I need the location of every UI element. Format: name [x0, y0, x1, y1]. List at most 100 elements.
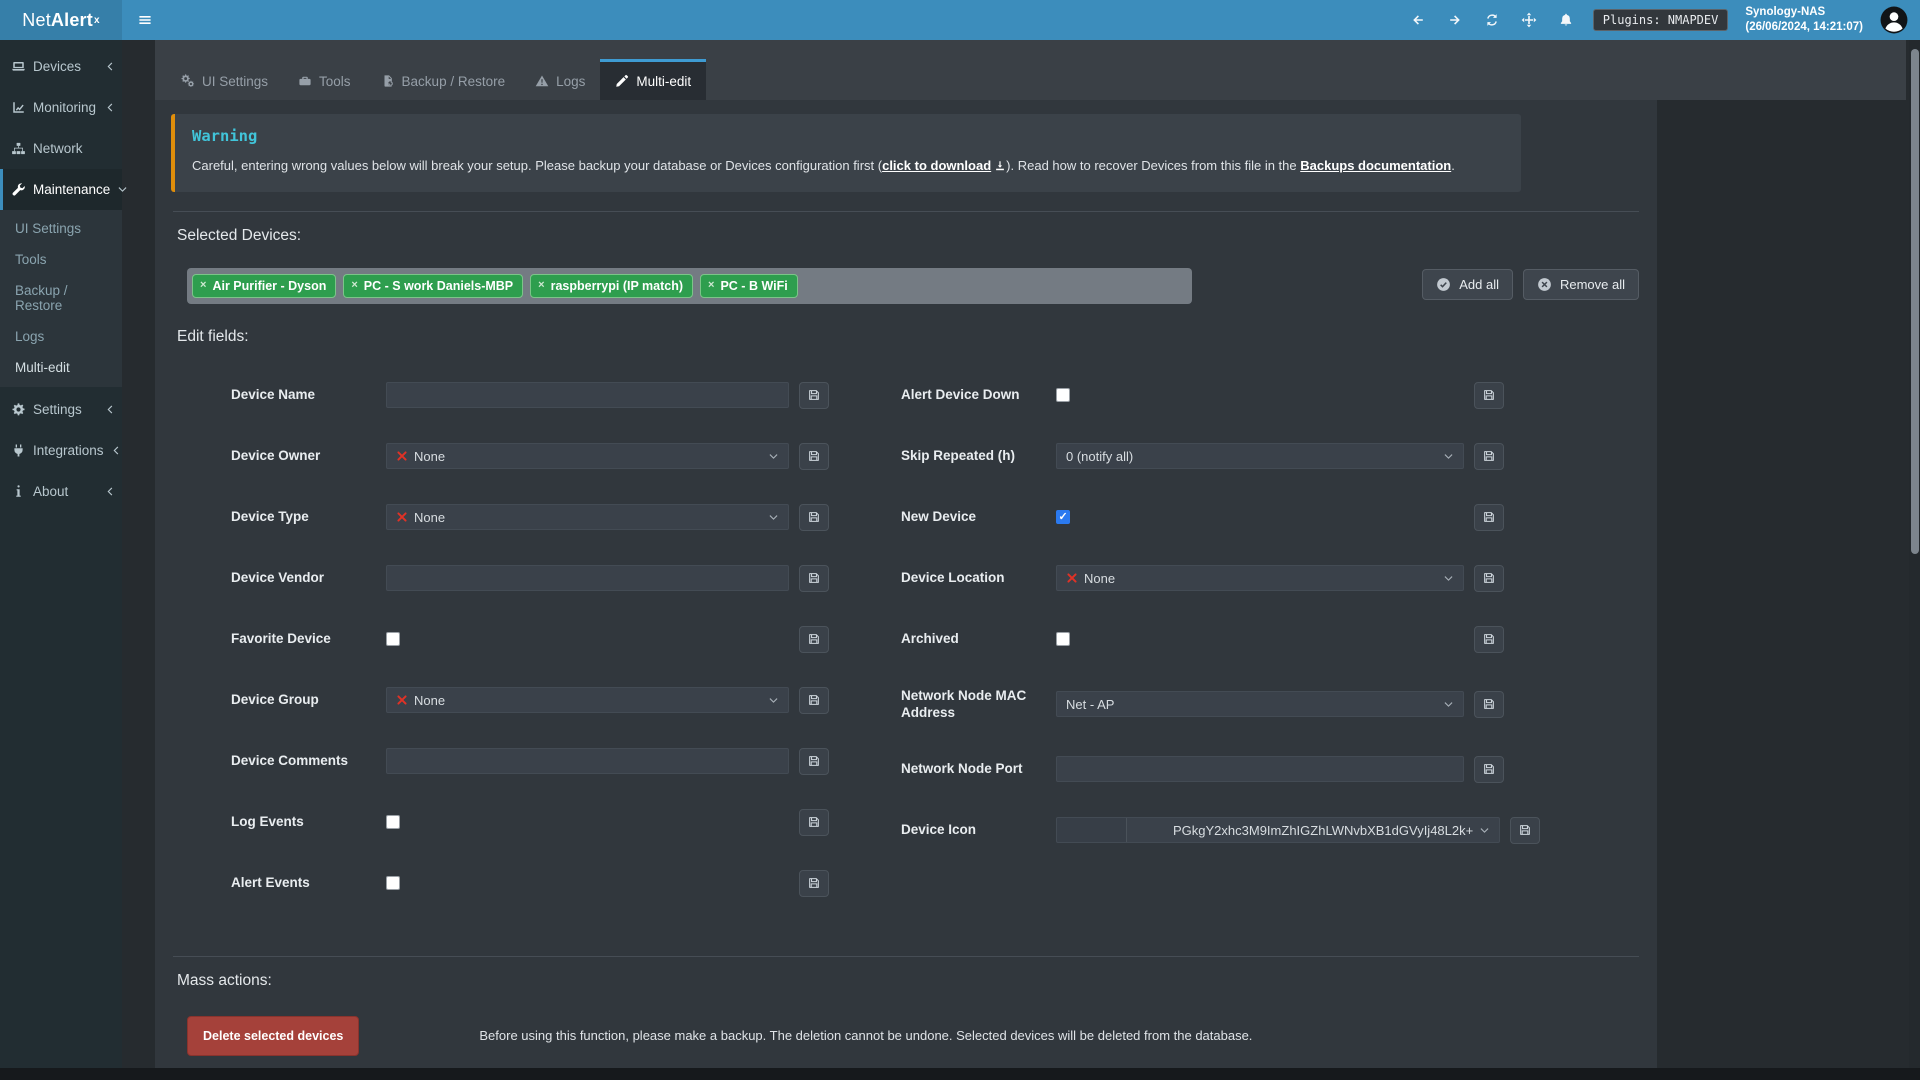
warning-triangle-icon	[535, 74, 549, 88]
alert-device-down-checkbox[interactable]	[1056, 388, 1070, 402]
selected-devices-multiselect[interactable]: ×Air Purifier - Dyson ×PC - S work Danie…	[187, 268, 1192, 304]
sidebar-subitem-multi-edit[interactable]: Multi-edit	[0, 352, 122, 383]
save-button[interactable]	[1474, 691, 1504, 718]
save-button[interactable]	[799, 748, 829, 775]
remove-tag-icon[interactable]: ×	[538, 280, 544, 291]
device-vendor-input[interactable]	[386, 565, 789, 591]
backups-documentation-link[interactable]: Backups documentation	[1300, 158, 1451, 173]
sidebar: Devices Monitoring Network Maintenance U…	[0, 40, 122, 1080]
tab-multi-edit[interactable]: Multi-edit	[600, 59, 706, 100]
warning-callout: Warning Careful, entering wrong values b…	[171, 114, 1521, 192]
device-icon-select[interactable]: PGkgY2xhc3M9ImZhIGZhLWNvbXB1dGVyIj48L2k+	[1056, 817, 1500, 843]
red-x-icon	[396, 694, 408, 706]
sidebar-subitem-ui-settings[interactable]: UI Settings	[0, 213, 122, 244]
tab-backup-restore[interactable]: Backup / Restore	[366, 59, 521, 100]
save-button[interactable]	[799, 870, 829, 897]
save-button[interactable]	[1510, 817, 1540, 844]
sidebar-subitem-logs[interactable]: Logs	[0, 321, 122, 352]
nav-forward-button[interactable]	[1445, 10, 1465, 30]
sidebar-subitem-backup-restore[interactable]: Backup / Restore	[0, 275, 122, 321]
save-button[interactable]	[799, 565, 829, 592]
remove-tag-icon[interactable]: ×	[200, 280, 206, 291]
download-config-link[interactable]: click to download	[882, 158, 1006, 173]
sidebar-item-network[interactable]: Network	[0, 128, 122, 169]
edit-fields-grid: Device Name Device Owner None	[171, 360, 1641, 937]
floppy-save-icon	[1482, 449, 1496, 463]
tab-tools[interactable]: Tools	[283, 59, 366, 100]
device-comments-input[interactable]	[386, 748, 789, 774]
network-node-mac-select[interactable]: Net - AP	[1056, 691, 1464, 717]
add-all-button[interactable]: Add all	[1422, 269, 1513, 300]
save-button[interactable]	[1474, 382, 1504, 409]
form-row-network-node-mac: Network Node MAC Address Net - AP	[901, 687, 1504, 722]
log-events-checkbox[interactable]	[386, 815, 400, 829]
sidebar-item-maintenance[interactable]: Maintenance	[0, 169, 122, 210]
sidebar-toggle-button[interactable]	[122, 0, 168, 40]
save-button[interactable]	[1474, 443, 1504, 470]
notifications-bell-button[interactable]	[1556, 10, 1576, 30]
device-name-input[interactable]	[386, 382, 789, 408]
delete-selected-devices-button[interactable]: Delete selected devices	[187, 1016, 359, 1056]
nav-back-button[interactable]	[1408, 10, 1428, 30]
sidebar-item-monitoring[interactable]: Monitoring	[0, 87, 122, 128]
archived-checkbox[interactable]	[1056, 632, 1070, 646]
new-device-checkbox[interactable]	[1056, 510, 1070, 524]
field-label: Favorite Device	[231, 630, 386, 648]
skip-repeated-select[interactable]: 0 (notify all)	[1056, 443, 1464, 469]
device-type-select[interactable]: None	[386, 504, 789, 530]
laptop-icon	[11, 59, 26, 74]
scrollbar-thumb[interactable]	[1911, 49, 1919, 554]
plugins-badge[interactable]: Plugins: NMAPDEV	[1593, 9, 1729, 31]
sidebar-item-label: Integrations	[33, 443, 104, 458]
edit-fields-right-column: Alert Device Down Skip Repeated (h) 0 (n…	[901, 382, 1504, 931]
sidebar-item-about[interactable]: About	[0, 471, 122, 512]
fullscreen-move-button[interactable]	[1519, 10, 1539, 30]
save-button[interactable]	[799, 687, 829, 714]
save-button[interactable]	[799, 382, 829, 409]
form-row-device-icon: Device Icon PGkgY2xhc3M9ImZhIGZhLWNvbXB1…	[901, 817, 1504, 844]
save-button[interactable]	[799, 809, 829, 836]
favorite-device-checkbox[interactable]	[386, 632, 400, 646]
sidebar-item-label: Monitoring	[33, 100, 96, 115]
sidebar-subitem-tools[interactable]: Tools	[0, 244, 122, 275]
device-tag: ×PC - B WiFi	[700, 274, 798, 298]
edit-fields-left-column: Device Name Device Owner None	[231, 382, 829, 931]
refresh-button[interactable]	[1482, 10, 1502, 30]
save-button[interactable]	[1474, 504, 1504, 531]
network-node-port-input[interactable]	[1056, 756, 1464, 782]
save-button[interactable]	[799, 626, 829, 653]
sidebar-item-devices[interactable]: Devices	[0, 46, 122, 87]
user-avatar[interactable]	[1880, 6, 1908, 34]
device-group-select[interactable]: None	[386, 687, 789, 713]
floppy-save-icon	[1482, 697, 1496, 711]
field-label: New Device	[901, 508, 1056, 526]
field-label: Device Type	[231, 508, 386, 526]
save-button[interactable]	[1474, 756, 1504, 783]
device-owner-select[interactable]: None	[386, 443, 789, 469]
file-backup-icon	[381, 74, 395, 88]
remove-tag-icon[interactable]: ×	[351, 280, 357, 291]
tab-logs[interactable]: Logs	[520, 59, 600, 100]
device-location-select[interactable]: None	[1056, 565, 1464, 591]
arrow-left-icon	[1410, 12, 1426, 28]
chevron-down-icon	[768, 695, 779, 706]
field-label: Device Group	[231, 691, 386, 709]
save-button[interactable]	[1474, 626, 1504, 653]
field-label: Alert Device Down	[901, 386, 1056, 404]
remove-all-button[interactable]: Remove all	[1523, 269, 1639, 300]
save-button[interactable]	[799, 443, 829, 470]
remove-tag-icon[interactable]: ×	[708, 280, 714, 291]
netalertx-app: NetAlertx Plugins: NMAPDEV Synology-NAS …	[0, 0, 1920, 1080]
edit-fields-heading: Edit fields:	[177, 328, 1635, 346]
save-button[interactable]	[1474, 565, 1504, 592]
sidebar-item-integrations[interactable]: Integrations	[0, 430, 122, 471]
chevron-down-icon	[1479, 825, 1490, 836]
warning-text: Careful, entering wrong values below wil…	[192, 156, 1504, 176]
tab-label: Backup / Restore	[402, 74, 506, 89]
alert-events-checkbox[interactable]	[386, 876, 400, 890]
vertical-scrollbar[interactable]	[1909, 40, 1920, 1080]
tab-ui-settings[interactable]: UI Settings	[166, 59, 283, 100]
sidebar-item-settings[interactable]: Settings	[0, 389, 122, 430]
save-button[interactable]	[799, 504, 829, 531]
app-logo[interactable]: NetAlertx	[0, 0, 122, 40]
